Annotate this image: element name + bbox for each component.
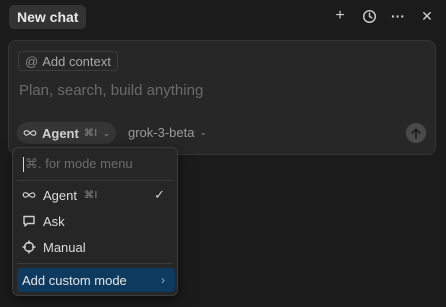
at-icon: @: [25, 53, 39, 69]
chat-composer: @ Add context Plan, search, build anythi…: [8, 40, 436, 155]
menu-item-label: Ask: [43, 213, 65, 229]
menu-item-ask[interactable]: Ask: [17, 209, 173, 233]
model-label: grok-3-beta: [128, 125, 195, 140]
menu-item-label: Manual: [43, 239, 86, 255]
text-caret: [23, 156, 24, 172]
history-icon[interactable]: [359, 6, 379, 26]
menu-item-agent[interactable]: Agent ⌘I ✓: [17, 183, 173, 207]
check-icon: ✓: [154, 187, 165, 202]
chevron-right-icon: ›: [161, 273, 165, 287]
add-custom-mode-item[interactable]: Add custom mode ›: [17, 268, 175, 292]
chevron-down-icon: ⌄: [199, 127, 208, 137]
add-context-label: Add context: [42, 53, 111, 69]
menu-item-manual[interactable]: Manual: [17, 235, 173, 259]
menu-divider: [17, 263, 173, 264]
mode-menu-search[interactable]: ⌘. for mode menu: [23, 155, 133, 173]
crosshair-icon: [22, 240, 36, 254]
prompt-input[interactable]: Plan, search, build anything: [19, 82, 203, 99]
infinity-icon: [23, 126, 37, 141]
add-custom-mode-label: Add custom mode: [22, 272, 127, 288]
chevron-down-icon: ⌄: [102, 127, 111, 138]
chat-bubble-icon: [22, 214, 36, 228]
menu-divider: [17, 180, 173, 181]
more-icon[interactable]: ···: [388, 6, 408, 26]
menu-item-shortcut: ⌘I: [83, 189, 98, 201]
arrow-up-icon: [411, 127, 421, 139]
infinity-icon: [22, 190, 36, 200]
plus-icon[interactable]: +: [330, 6, 350, 26]
chat-tab-title: New chat: [17, 9, 79, 25]
mode-shortcut: ⌘I: [83, 127, 98, 139]
add-context-button[interactable]: @ Add context: [18, 51, 118, 71]
mode-menu-search-placeholder: ⌘. for mode menu: [25, 156, 133, 171]
model-selector[interactable]: grok-3-beta ⌄: [128, 125, 207, 140]
close-icon[interactable]: ✕: [417, 6, 437, 26]
chat-tab[interactable]: New chat: [9, 5, 87, 29]
mode-label: Agent: [42, 125, 79, 141]
send-button[interactable]: [406, 123, 426, 143]
mode-menu: ⌘. for mode menu Agent ⌘I ✓ Ask Manual A…: [12, 147, 178, 296]
mode-selector[interactable]: Agent ⌘I ⌄: [17, 122, 117, 144]
menu-item-label: Agent: [43, 187, 77, 203]
